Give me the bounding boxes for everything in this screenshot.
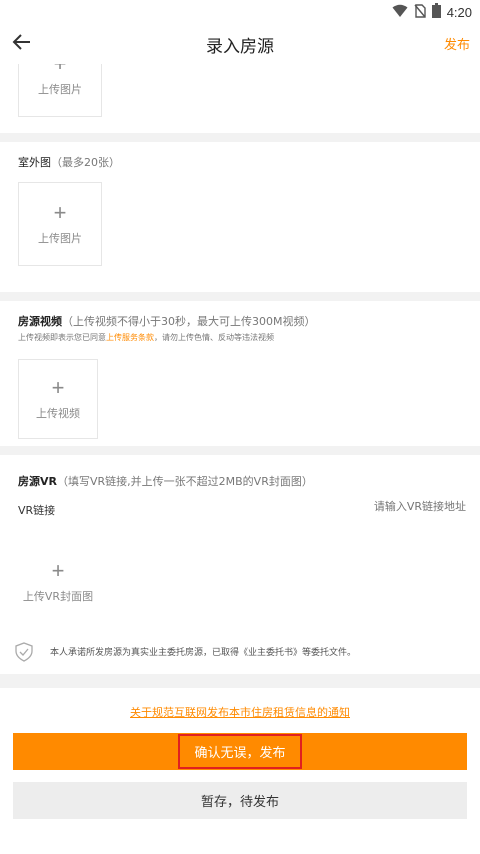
vr-link-label: VR链接 (18, 504, 56, 517)
exterior-photo-section: 室外图（最多20张） + 上传图片 (0, 142, 480, 292)
upload-exterior-image-button[interactable]: + 上传图片 (18, 182, 102, 266)
footer-actions: 关于规范互联网发布本市住房租赁信息的通知 确认无误，发布 暂存，待发布 (0, 688, 480, 854)
status-time: 4:20 (446, 4, 472, 20)
video-title-text: 房源视频 (18, 315, 62, 328)
vr-link-input[interactable] (266, 500, 466, 513)
vr-title-text: 房源VR (18, 475, 57, 488)
upload-image-button[interactable]: + 上传图片 (18, 64, 102, 117)
exterior-hint: （最多20张） (51, 156, 120, 169)
terms-link[interactable]: 上传服务条款 (106, 333, 154, 342)
plus-icon: + (51, 558, 65, 583)
rental-notice-link[interactable]: 关于规范互联网发布本市住房租赁信息的通知 (0, 704, 480, 720)
wifi-icon (392, 3, 408, 22)
status-bar: 4:20 (0, 0, 480, 24)
vr-title: 房源VR（填写VR链接,并上传一张不超过2MB的VR封面图） (18, 473, 313, 489)
form-content[interactable]: + 上传图片 室外图（最多20张） + 上传图片 房源视频（上传视频不得小于30… (0, 64, 480, 688)
exterior-title: 室外图（最多20张） (18, 154, 120, 170)
confirm-publish-label: 确认无误，发布 (178, 734, 302, 769)
upload-video-label: 上传视频 (36, 407, 80, 420)
vr-section: 房源VR（填写VR链接,并上传一张不超过2MB的VR封面图） VR链接 + 上传… (0, 455, 480, 632)
page-title: 录入房源 (206, 36, 274, 57)
arrow-left-icon (12, 32, 32, 56)
prev-photo-section: + 上传图片 (0, 64, 480, 133)
video-note-suffix: ，请勿上传色情、反动等违法视频 (154, 333, 274, 342)
plus-icon: + (51, 375, 65, 400)
upload-image-label: 上传图片 (38, 232, 82, 245)
app-header: 录入房源 发布 (0, 24, 480, 64)
video-section: 房源视频（上传视频不得小于30秒，最大可上传300M视频） 上传视频即表示您已同… (0, 301, 480, 446)
back-button[interactable] (10, 32, 34, 56)
confirm-publish-button[interactable]: 确认无误，发布 (13, 733, 467, 770)
publish-button[interactable]: 发布 (444, 34, 470, 53)
battery-icon (431, 2, 441, 22)
exterior-title-text: 室外图 (18, 156, 51, 169)
video-title: 房源视频（上传视频不得小于30秒，最大可上传300M视频） (18, 313, 315, 329)
shield-check-icon (14, 642, 34, 662)
promise-statement: 本人承诺所发房源为真实业主委托房源，已取得《业主委托书》等委托文件。 (0, 632, 480, 674)
vr-hint: （填写VR链接,并上传一张不超过2MB的VR封面图） (56, 475, 313, 488)
video-terms-note: 上传视频即表示您已同意上传服务条款，请勿上传色情、反动等违法视频 (18, 332, 274, 343)
save-draft-button[interactable]: 暂存，待发布 (13, 782, 467, 819)
video-hint: （上传视频不得小于30秒，最大可上传300M视频） (62, 315, 316, 328)
video-note-prefix: 上传视频即表示您已同意 (18, 333, 106, 342)
upload-image-label: 上传图片 (38, 83, 82, 96)
plus-icon: + (54, 64, 67, 75)
upload-vr-cover-label: 上传VR封面图 (22, 590, 94, 603)
no-sim-icon (414, 3, 426, 22)
upload-vr-cover-button[interactable]: + 上传VR封面图 (18, 540, 98, 624)
upload-video-button[interactable]: + 上传视频 (18, 359, 98, 439)
plus-icon: + (53, 200, 67, 225)
promise-text: 本人承诺所发房源为真实业主委托房源，已取得《业主委托书》等委托文件。 (50, 648, 357, 658)
